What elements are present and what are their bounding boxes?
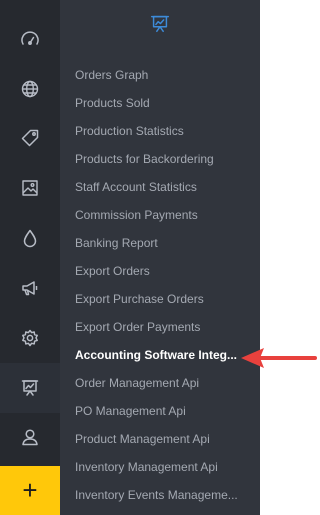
rail-marketing-button[interactable] — [0, 263, 60, 313]
add-button[interactable]: + — [0, 466, 60, 515]
panel-header — [148, 12, 172, 36]
rail-reports-button[interactable] — [0, 363, 60, 413]
annotation-arrow-icon — [241, 348, 317, 368]
menu-item-orders-graph[interactable]: Orders Graph — [75, 65, 257, 85]
image-icon — [22, 180, 38, 196]
menu-item-product-management-api[interactable]: Product Management Api — [75, 429, 257, 449]
globe-icon — [21, 80, 39, 98]
menu-item-commission-payments[interactable]: Commission Payments — [75, 205, 257, 225]
dashboard-gauge-icon — [21, 31, 39, 45]
menu-item-production-statistics[interactable]: Production Statistics — [75, 121, 257, 141]
reports-submenu-panel: Orders Graph Products Sold Production St… — [60, 0, 260, 515]
menu-item-export-purchase-orders[interactable]: Export Purchase Orders — [75, 289, 257, 309]
menu-item-order-management-api[interactable]: Order Management Api — [75, 373, 257, 393]
rail-globe-button[interactable] — [0, 64, 60, 114]
plus-icon: + — [22, 475, 38, 505]
user-icon — [22, 429, 38, 446]
rail-tags-button[interactable] — [0, 113, 60, 163]
menu-item-products-for-backordering[interactable]: Products for Backordering — [75, 149, 257, 169]
menu-item-inventory-events-management[interactable]: Inventory Events Manageme... — [75, 485, 257, 505]
rail-account-button[interactable] — [0, 412, 60, 462]
menu-item-banking-report[interactable]: Banking Report — [75, 233, 257, 253]
tag-icon — [21, 129, 39, 147]
menu-item-export-orders[interactable]: Export Orders — [75, 261, 257, 281]
rail-dashboard-button[interactable] — [0, 15, 60, 65]
menu-item-inventory-management-api[interactable]: Inventory Management Api — [75, 457, 257, 477]
menu-item-products-sold[interactable]: Products Sold — [75, 93, 257, 113]
gear-icon — [22, 329, 38, 347]
menu-item-accounting-software-integration[interactable]: Accounting Software Integ... — [75, 345, 257, 365]
droplet-icon — [23, 229, 37, 248]
rail-media-button[interactable] — [0, 163, 60, 213]
menu-item-staff-account-statistics[interactable]: Staff Account Statistics — [75, 177, 257, 197]
presentation-chart-icon — [21, 380, 39, 396]
presentation-chart-icon — [151, 15, 169, 33]
rail-settings-button[interactable] — [0, 313, 60, 363]
rail-styles-button[interactable] — [0, 213, 60, 263]
menu-item-po-management-api[interactable]: PO Management Api — [75, 401, 257, 421]
megaphone-icon — [22, 281, 38, 296]
menu-item-export-order-payments[interactable]: Export Order Payments — [75, 317, 257, 337]
icon-rail: + — [0, 0, 60, 515]
